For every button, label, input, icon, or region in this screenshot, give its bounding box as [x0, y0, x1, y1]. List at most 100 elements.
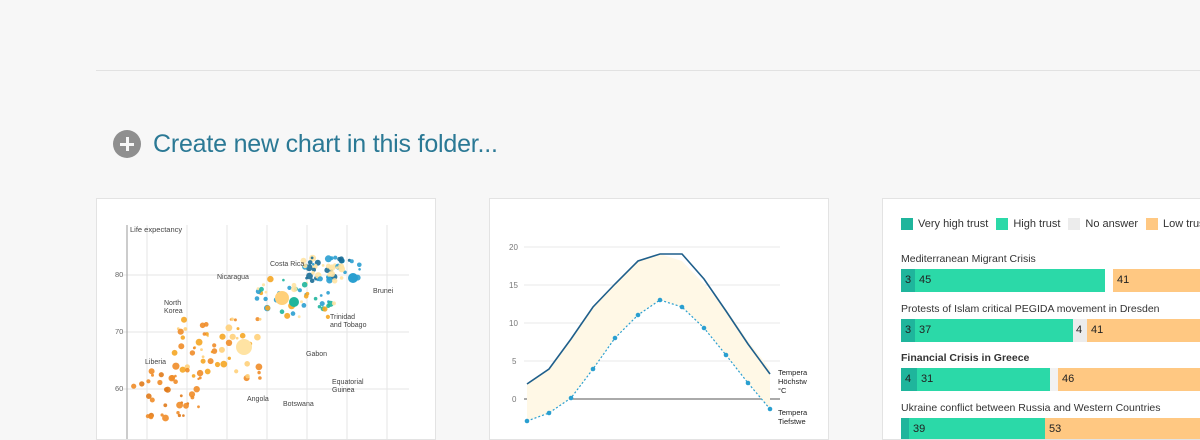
bar-very-high — [901, 418, 909, 439]
scatter-dot — [158, 372, 164, 378]
scatter-dot — [267, 275, 274, 283]
point-label: Gabon — [306, 351, 327, 358]
scatter-dot — [180, 335, 185, 340]
scatter-dot — [264, 290, 268, 294]
high-series-label: Höchstw — [778, 377, 807, 386]
scatter-dot — [172, 362, 180, 370]
plus-circle-icon[interactable] — [113, 130, 141, 158]
scatter-dot — [287, 285, 292, 290]
scatter-dot — [146, 393, 152, 399]
point-label: Liberia — [145, 359, 166, 366]
scatter-dot — [176, 411, 180, 415]
y-axis-label: Life expectancy — [130, 225, 182, 234]
scatter-dot — [200, 348, 203, 351]
scatter-dot — [146, 379, 151, 384]
scatter-dot — [183, 402, 189, 409]
legend-label: High trust — [1013, 218, 1061, 230]
scatter-dot — [199, 322, 206, 329]
scatter-dot — [301, 303, 307, 308]
scatter-dot — [275, 291, 289, 305]
legend-label: No answer — [1085, 218, 1138, 230]
scatter-dot — [219, 333, 226, 340]
scatter-dot — [177, 413, 181, 418]
scatter-dot — [297, 315, 301, 319]
scatter-dot — [211, 348, 218, 354]
point-label: Nicaragua — [217, 274, 249, 281]
scatter-dot — [236, 327, 240, 331]
scatter-dot — [261, 283, 266, 287]
scatter-dot — [357, 262, 362, 268]
bar-high: 39 — [909, 418, 1045, 439]
scatter-dot — [178, 343, 185, 350]
scatter-dot — [192, 346, 196, 350]
bar-high: 37 — [915, 319, 1073, 342]
scatter-dot — [317, 276, 323, 282]
scatter-dot — [163, 403, 168, 408]
scatter-dot — [195, 338, 203, 346]
legend: Very high trust High trust No answer Low… — [901, 218, 1200, 230]
scatter-dot — [162, 414, 169, 422]
scatter-dot — [284, 312, 291, 319]
legend-item: High trust — [996, 218, 1060, 230]
scatter-dot — [139, 381, 145, 387]
bar-no-answer: 4 — [1073, 319, 1087, 342]
scatter-dot — [193, 386, 200, 393]
scatter-dot — [173, 379, 178, 384]
scatter-dot — [255, 363, 263, 371]
y-tick: 15 — [509, 281, 518, 290]
scatter-dot — [204, 368, 211, 375]
chart-card-scatter[interactable]: Life expectancy 80 70 60 Costa Rica Nica… — [96, 198, 436, 440]
scatter-dot — [254, 333, 261, 341]
point-label: Botswana — [283, 401, 314, 408]
chart-card-trust[interactable]: Very high trust High trust No answer Low… — [882, 198, 1200, 440]
point-label: Trinidad — [330, 314, 355, 321]
bar-low: 46 — [1058, 368, 1200, 391]
low-series-label: Tiefstwe — [778, 417, 806, 426]
scatter-dot — [236, 339, 252, 355]
scatter-dot — [290, 311, 296, 316]
bar-low: 53 — [1045, 418, 1200, 439]
scatter-dot — [191, 374, 196, 378]
row-title: Financial Crisis in Greece — [901, 352, 1030, 364]
low-temperature-point — [546, 410, 552, 416]
scatter-dot — [254, 296, 260, 301]
bar-very-high: 3 — [901, 269, 915, 292]
point-label: Brunei — [373, 288, 394, 295]
scatter-dot — [179, 366, 186, 373]
chart-card-temperature[interactable]: 20 15 10 5 0 Tempera Höchstw °C Tempera … — [489, 198, 829, 440]
scatter-dot — [244, 361, 250, 367]
scatter-dot — [259, 286, 264, 292]
point-label: Korea — [164, 308, 183, 315]
scatter-dot — [324, 255, 332, 263]
scatter-dot — [239, 332, 246, 339]
scatter-dot — [182, 414, 185, 417]
legend-label: Very high trust — [918, 218, 989, 230]
legend-item: Very high trust — [901, 218, 988, 230]
low-temperature-point — [524, 418, 530, 424]
scatter-dot — [225, 339, 233, 346]
create-chart-label[interactable]: Create new chart in this folder... — [153, 130, 498, 159]
scatter-dot — [176, 401, 183, 409]
scatter-dot — [257, 370, 261, 375]
scatter-dot — [196, 369, 204, 377]
scatter-dot — [189, 350, 196, 356]
row-title: Mediterranean Migrant Crisis — [901, 253, 1036, 265]
scatter-dot — [235, 336, 239, 340]
scatter-dot — [358, 268, 361, 271]
legend-item: Low trust — [1145, 218, 1200, 230]
scatter-dot — [332, 278, 338, 284]
y-tick: 10 — [509, 319, 518, 328]
scatter-dot — [328, 270, 335, 277]
scatter-dot — [282, 278, 285, 282]
scatter-dot — [331, 301, 336, 306]
bar-low: 41 — [1087, 319, 1200, 342]
scatter-dot — [200, 358, 206, 364]
scatter-dot — [258, 376, 262, 380]
low-temperature-point — [657, 297, 663, 303]
scatter-dot — [197, 405, 200, 409]
temperature-band — [527, 254, 770, 421]
scatter-dot — [218, 346, 225, 353]
point-label: North — [164, 300, 181, 307]
create-chart-button[interactable]: Create new chart in this folder... — [113, 127, 498, 161]
swatch — [901, 218, 913, 230]
